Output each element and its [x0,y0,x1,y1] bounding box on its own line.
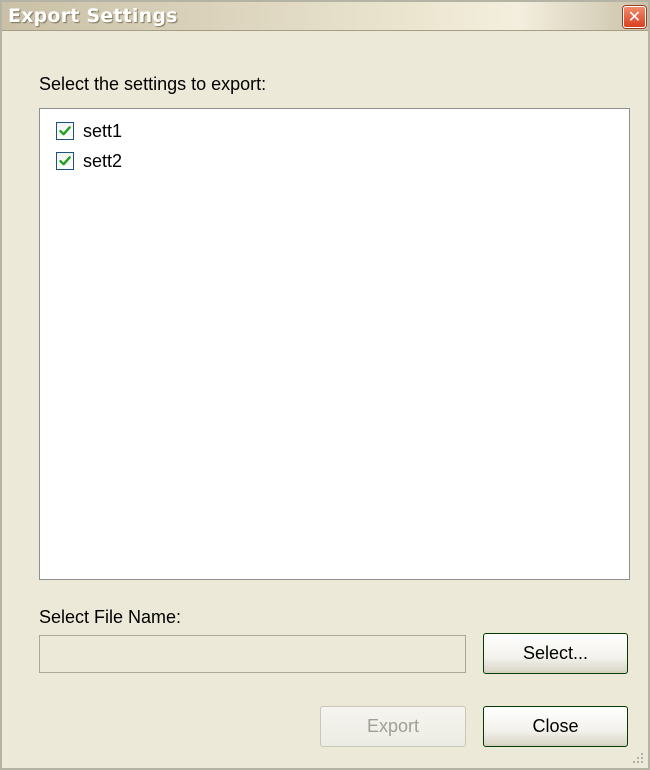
settings-listbox[interactable]: sett1 sett2 [39,108,630,580]
file-name-label: Select File Name: [39,607,182,627]
file-name-field[interactable] [39,635,466,673]
checkbox-sett2[interactable] [56,152,74,170]
checkmark-icon [59,156,71,166]
settings-list-label: Select the settings to export: [39,74,267,94]
resize-grip-icon[interactable] [630,750,644,764]
checkbox-sett1[interactable] [56,122,74,140]
close-window-button[interactable]: ✕ [623,6,646,28]
export-settings-dialog: Export Settings ✕ Select the settings to… [0,0,650,770]
window-title: Export Settings [8,5,178,27]
close-button[interactable]: Close [483,706,628,747]
close-icon: ✕ [627,7,642,26]
title-bar[interactable]: Export Settings ✕ [2,2,648,31]
export-button[interactable]: Export [320,706,466,747]
select-file-button[interactable]: Select... [483,633,628,674]
checkmark-icon [59,126,71,136]
list-item-label: sett2 [83,151,123,171]
list-item-label: sett1 [83,121,123,141]
